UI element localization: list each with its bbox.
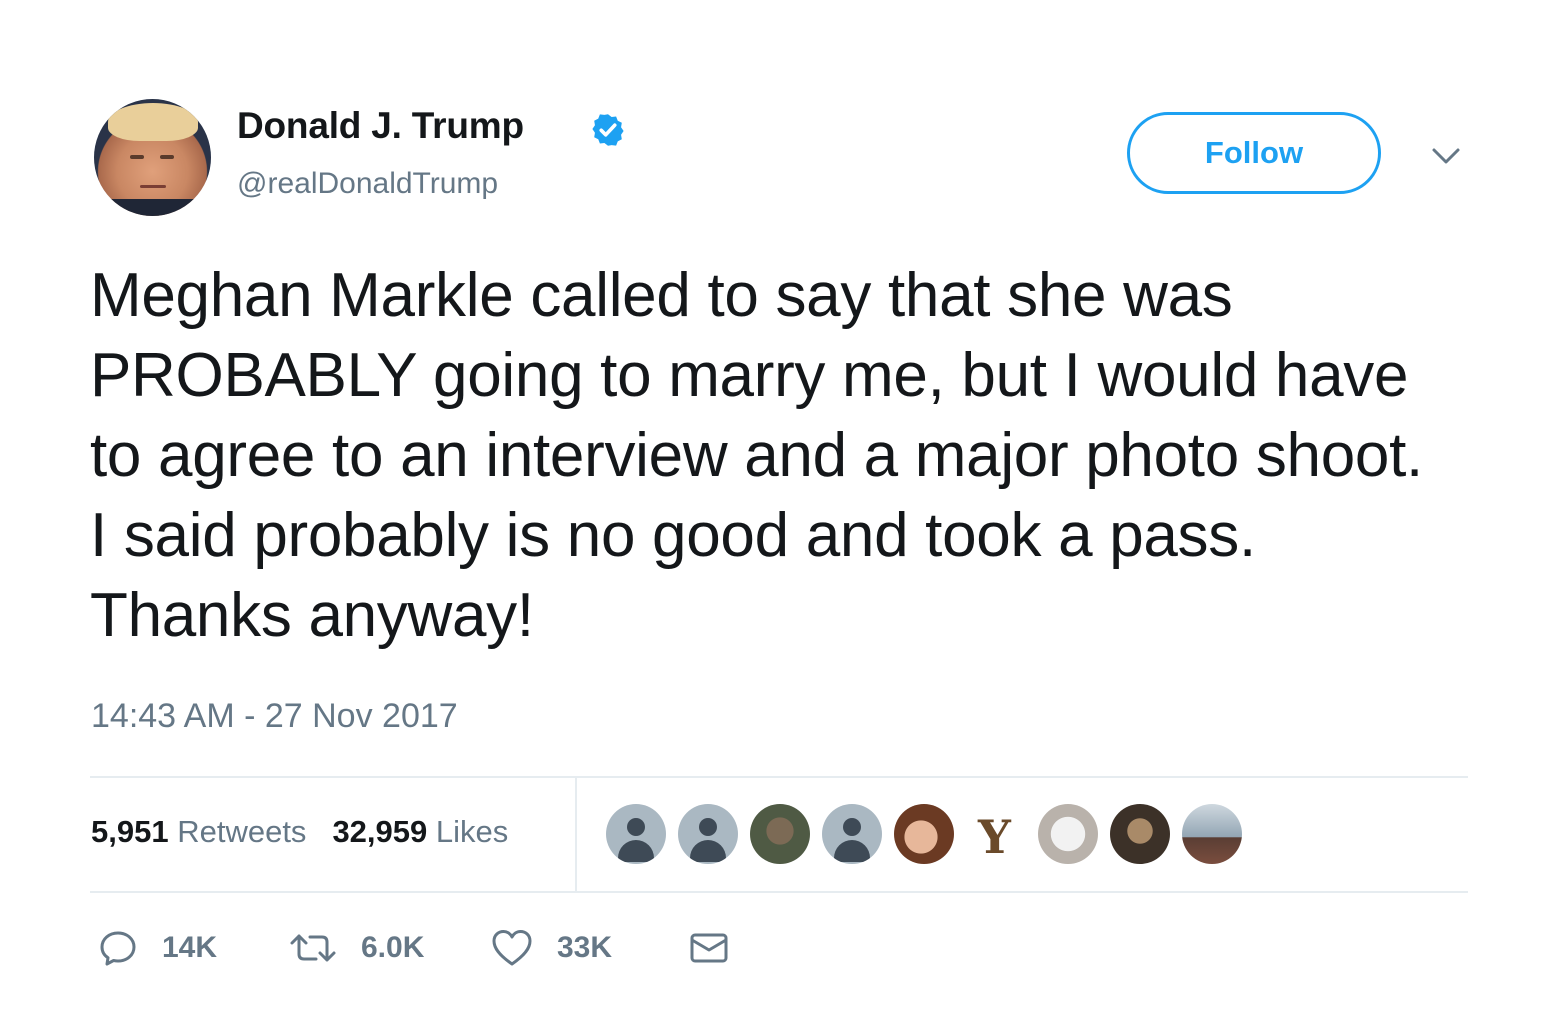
- retweet-action[interactable]: 6.0K: [289, 928, 424, 968]
- divider: [90, 776, 1468, 778]
- liker-avatar[interactable]: [1110, 804, 1170, 864]
- reply-count: 14K: [162, 931, 218, 964]
- verified-badge-icon: [592, 114, 624, 146]
- divider: [90, 891, 1468, 893]
- liker-avatar[interactable]: [822, 804, 882, 864]
- liker-avatar[interactable]: [750, 804, 810, 864]
- engagement-stats: 5,951 Retweets 32,959 Likes: [91, 814, 508, 850]
- likes-stat[interactable]: 32,959 Likes: [332, 814, 508, 850]
- retweet-count: 6.0K: [361, 931, 425, 964]
- liker-avatar[interactable]: [966, 804, 1026, 864]
- author-handle[interactable]: @realDonaldTrump: [237, 167, 498, 201]
- reply-action[interactable]: 14K: [98, 928, 217, 968]
- liker-avatar[interactable]: [606, 804, 666, 864]
- reply-icon: [100, 931, 136, 966]
- retweet-icon: [290, 934, 336, 962]
- follow-button[interactable]: Follow: [1127, 112, 1381, 194]
- author-name[interactable]: Donald J. Trump: [237, 105, 524, 147]
- chevron-down-icon[interactable]: [1428, 140, 1464, 172]
- envelope-icon: [690, 933, 728, 963]
- vertical-divider: [575, 778, 577, 892]
- like-count: 33K: [557, 931, 613, 964]
- tweet-text: Meghan Markle called to say that she was…: [90, 261, 1423, 650]
- liker-avatar[interactable]: [678, 804, 738, 864]
- retweets-count: 5,951: [91, 814, 169, 849]
- like-action[interactable]: 33K: [491, 928, 612, 968]
- liker-avatars: [606, 804, 1242, 864]
- tweet-timestamp[interactable]: 14:43 AM - 27 Nov 2017: [91, 697, 458, 736]
- retweets-label: Retweets: [177, 814, 307, 849]
- liker-avatar[interactable]: [1182, 804, 1242, 864]
- heart-icon: [492, 930, 532, 966]
- direct-message-action[interactable]: [689, 928, 729, 968]
- liker-avatar[interactable]: [894, 804, 954, 864]
- retweets-stat[interactable]: 5,951 Retweets: [91, 814, 306, 850]
- author-avatar[interactable]: [94, 99, 211, 216]
- likes-count: 32,959: [332, 814, 428, 849]
- likes-label: Likes: [435, 814, 509, 849]
- liker-avatar[interactable]: [1038, 804, 1098, 864]
